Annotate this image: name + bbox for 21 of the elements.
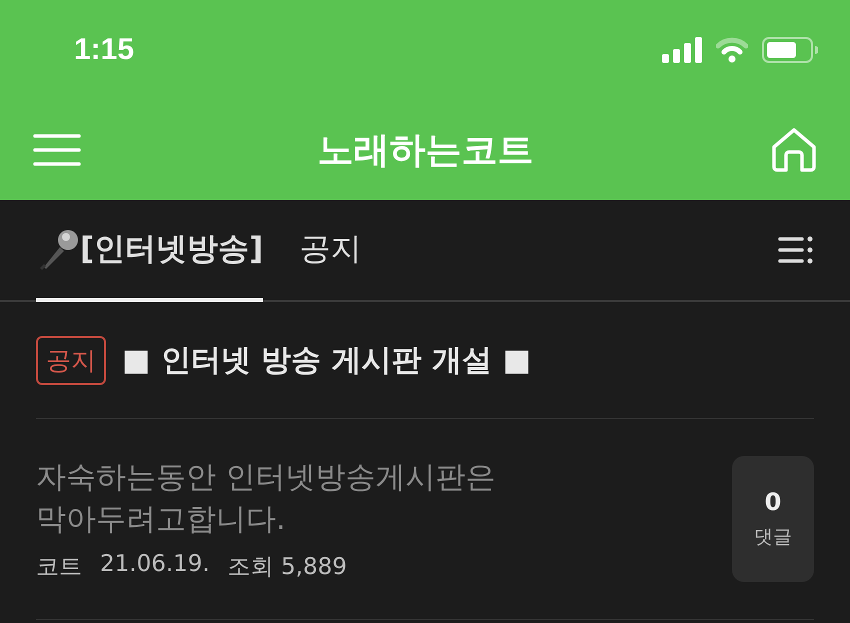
app-title: 노래하는코트	[318, 128, 534, 172]
post-author: 코트	[36, 552, 82, 582]
home-button[interactable]	[770, 127, 818, 173]
menu-button[interactable]	[33, 133, 81, 167]
signal-icon	[662, 37, 702, 63]
category-tab[interactable]: [인터넷방송]	[36, 200, 264, 302]
comment-count: 0	[764, 488, 782, 516]
wifi-icon	[716, 37, 748, 63]
comment-counter[interactable]: 0 댓글	[732, 456, 814, 582]
category-tab[interactable]: 공지	[299, 200, 362, 302]
notice-title[interactable]: ■ 인터넷 방송 게시판 개설 ■	[122, 340, 531, 380]
status-time: 1:15	[74, 33, 134, 67]
menu-icon	[33, 133, 81, 167]
comment-label: 댓글	[754, 525, 792, 550]
battery-icon	[762, 37, 818, 63]
view-count: 조회 5,889	[228, 552, 347, 582]
list-icon	[778, 235, 814, 265]
post-date: 21.06.19.	[100, 550, 210, 578]
home-icon	[770, 127, 818, 173]
post-title[interactable]: 자숙하는동안 인터넷방송게시판은 막아두려고합니다.	[36, 456, 596, 540]
notice-badge: 공지	[36, 336, 106, 384]
